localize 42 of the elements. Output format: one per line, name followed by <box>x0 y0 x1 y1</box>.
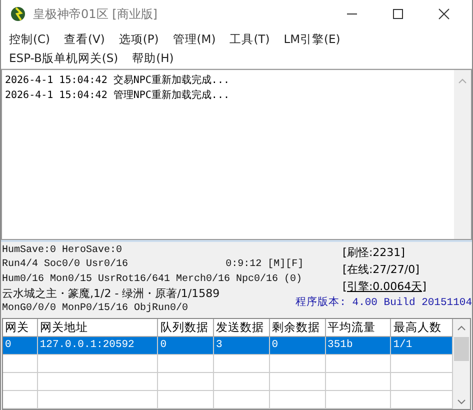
close-icon[interactable] <box>438 8 450 20</box>
maximize-icon[interactable] <box>392 8 404 20</box>
menu-item[interactable]: ESP-B版单机网关(S) <box>9 50 118 66</box>
column-header[interactable]: 剩余数据 <box>270 319 326 337</box>
menu-item[interactable]: 选项(P) <box>118 30 159 47</box>
menu-item[interactable]: 控制(C) <box>9 30 50 47</box>
status-text: Hum0/16 Mon0/15 UsrRot16/641 Merch0/16 Npc0/16 (0) <box>2 272 302 287</box>
status-counter: [在线:27/27/0] <box>342 262 420 278</box>
status-counter: [刷怪:2231] <box>342 244 406 261</box>
table-cell: 351b <box>326 337 392 355</box>
table-cell: 127.0.0.1:20592 <box>38 337 158 355</box>
log-line: 2026-4-1 15:04:42 交易NPC重新加载完成... <box>5 74 230 88</box>
menu-item[interactable]: 管理(M) <box>172 30 216 47</box>
status-text: Run4/4 Soc0/0 Usr0/16 <box>2 258 128 272</box>
column-header[interactable]: 队列数据 <box>158 319 214 337</box>
scroll-down-icon[interactable] <box>457 399 466 405</box>
column-header[interactable]: 平均流量 <box>326 319 392 337</box>
column-header[interactable]: 网关 <box>3 319 38 337</box>
menu-item[interactable]: 查看(V) <box>64 30 105 47</box>
column-header[interactable]: 网关地址 <box>38 319 158 337</box>
status-text: 云水城之主・篆魔,1/2 - 绿洲・原著/1/1589 <box>2 287 220 302</box>
table-row[interactable]: 0 127.0.0.1:20592 0 3 0 351b 1/1 <box>3 337 453 355</box>
table-cell: 0 <box>3 337 38 355</box>
app-logo-icon <box>9 5 27 24</box>
table-cell: 0 <box>158 337 214 355</box>
version-text: 程序版本: 4.00 Build 20151104 <box>296 295 472 311</box>
scroll-up-icon[interactable] <box>458 78 467 84</box>
uptime-text: 0:9:12 [M][F] <box>226 258 304 272</box>
menu-item[interactable]: LM引擎(E) <box>284 30 340 47</box>
engine-link[interactable]: [引擎:0.0064天] <box>342 278 472 295</box>
status-text: MonG0/0/0 MonP0/15/16 ObjRun0/0 <box>2 302 188 316</box>
scrollbar-thumb[interactable] <box>454 337 469 361</box>
window-title: 皇极神帝01区 [商业版] <box>33 6 158 23</box>
menu-item[interactable]: 帮助(H) <box>132 50 174 66</box>
table-cell: 0 <box>270 337 326 355</box>
column-header[interactable]: 发送数据 <box>214 319 270 337</box>
status-text: HumSave:0 HeroSave:0 <box>2 244 122 258</box>
scroll-up-icon[interactable] <box>457 325 466 331</box>
column-header[interactable]: 最高人数 <box>391 319 453 337</box>
table-cell: 3 <box>214 337 270 355</box>
log-line: 2026-4-1 15:04:42 管理NPC重新加载完成... <box>5 88 230 103</box>
menu-item[interactable]: 工具(T) <box>230 30 270 47</box>
